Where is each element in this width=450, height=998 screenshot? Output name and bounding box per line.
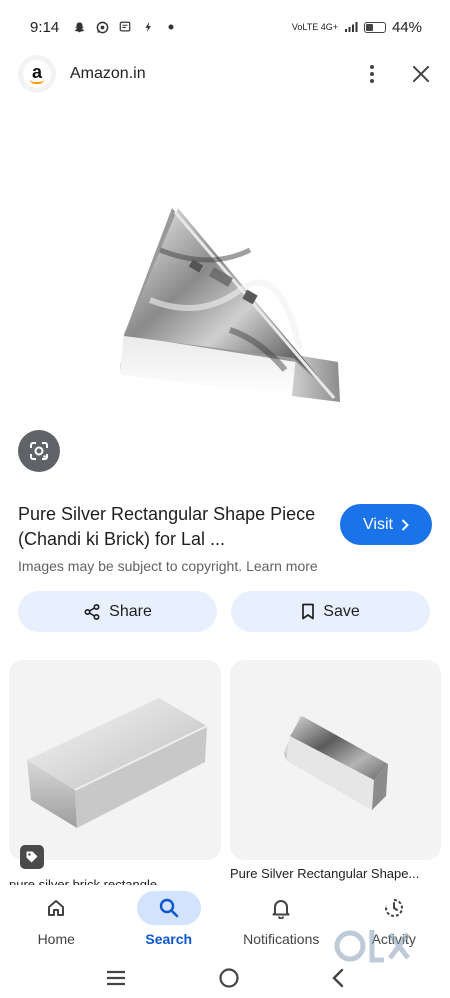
share-button[interactable]: Share <box>18 591 217 632</box>
result-info: Pure Silver Rectangular Shape Piece (Cha… <box>18 502 323 574</box>
battery-fill <box>365 23 374 31</box>
bell-icon <box>272 900 290 919</box>
copyright-notice: Images may be subject to copyright. Learn… <box>18 558 323 574</box>
amazon-logo-mark: a <box>23 60 51 88</box>
bookmark-icon <box>302 603 315 620</box>
main-product-image[interactable] <box>0 100 450 490</box>
notification-dot-icon <box>164 20 178 34</box>
save-button-label: Save <box>323 602 360 620</box>
page-header: a Amazon.in <box>0 54 450 94</box>
battery-icon <box>363 21 386 33</box>
status-right: VoLTE 4G+ 44% <box>292 19 422 36</box>
related-image-1 <box>27 698 208 828</box>
close-icon[interactable] <box>410 63 432 85</box>
system-navigation-bar <box>0 957 450 998</box>
copyright-text: Images may be subject to copyright. <box>18 558 243 574</box>
related-result-card[interactable] <box>230 660 441 860</box>
visit-button[interactable]: Visit <box>340 504 432 545</box>
amazon-smile-icon <box>30 79 44 84</box>
nav-home-icon-wrap <box>24 891 88 925</box>
activity-icon <box>384 899 403 917</box>
back-icon[interactable] <box>331 968 345 988</box>
nav-search-icon-wrap <box>136 891 201 925</box>
learn-more-link[interactable]: Learn more <box>246 558 318 574</box>
header-actions <box>362 63 432 85</box>
nav-search[interactable]: Search <box>113 885 226 957</box>
share-icon <box>84 603 100 620</box>
chevron-right-icon <box>401 518 409 531</box>
product-tag-icon <box>20 845 44 869</box>
recent-apps-icon[interactable] <box>105 969 127 987</box>
nav-home-label: Home <box>37 931 75 947</box>
nav-notifications[interactable]: Notifications <box>225 885 338 957</box>
nav-home[interactable]: Home <box>0 885 113 957</box>
nav-notifications-icon-wrap <box>249 891 313 925</box>
related-result-label[interactable]: Pure Silver Rectangular Shape... <box>230 866 441 882</box>
visit-button-label: Visit <box>363 515 393 533</box>
result-title[interactable]: Pure Silver Rectangular Shape Piece (Cha… <box>18 502 323 552</box>
related-result-label[interactable]: pure silver brick rectangle <box>9 876 221 885</box>
search-icon <box>159 898 179 918</box>
google-lens-button[interactable] <box>18 430 60 472</box>
more-options-icon[interactable] <box>362 65 382 83</box>
share-button-label: Share <box>109 602 152 620</box>
related-image-2 <box>284 716 388 810</box>
home-button-icon[interactable] <box>218 967 240 989</box>
home-icon <box>48 900 65 916</box>
nav-activity-icon-wrap <box>362 891 426 925</box>
amazon-logo-letter: a <box>31 62 42 82</box>
whatsapp-icon <box>95 20 109 34</box>
flipkart-icon <box>141 20 155 34</box>
battery-percent: 44% <box>391 18 422 36</box>
site-name[interactable]: Amazon.in <box>70 65 146 83</box>
related-result-card[interactable] <box>9 660 221 860</box>
amazon-logo[interactable]: a <box>18 55 56 93</box>
messages-icon <box>118 20 132 34</box>
status-left: 9:14 <box>30 19 178 36</box>
snapchat-icon <box>72 20 86 34</box>
status-time: 9:14 <box>30 18 60 36</box>
signal-icon <box>344 20 358 34</box>
network-type: VoLTE 4G+ <box>291 22 338 32</box>
silver-bar-image <box>120 208 340 402</box>
nav-notifications-label: Notifications <box>243 931 320 947</box>
status-bar: 9:14 VoLTE 4G+ 44% <box>0 0 450 54</box>
save-button[interactable]: Save <box>231 591 430 632</box>
nav-search-label: Search <box>145 931 193 947</box>
lens-icon <box>30 442 48 460</box>
